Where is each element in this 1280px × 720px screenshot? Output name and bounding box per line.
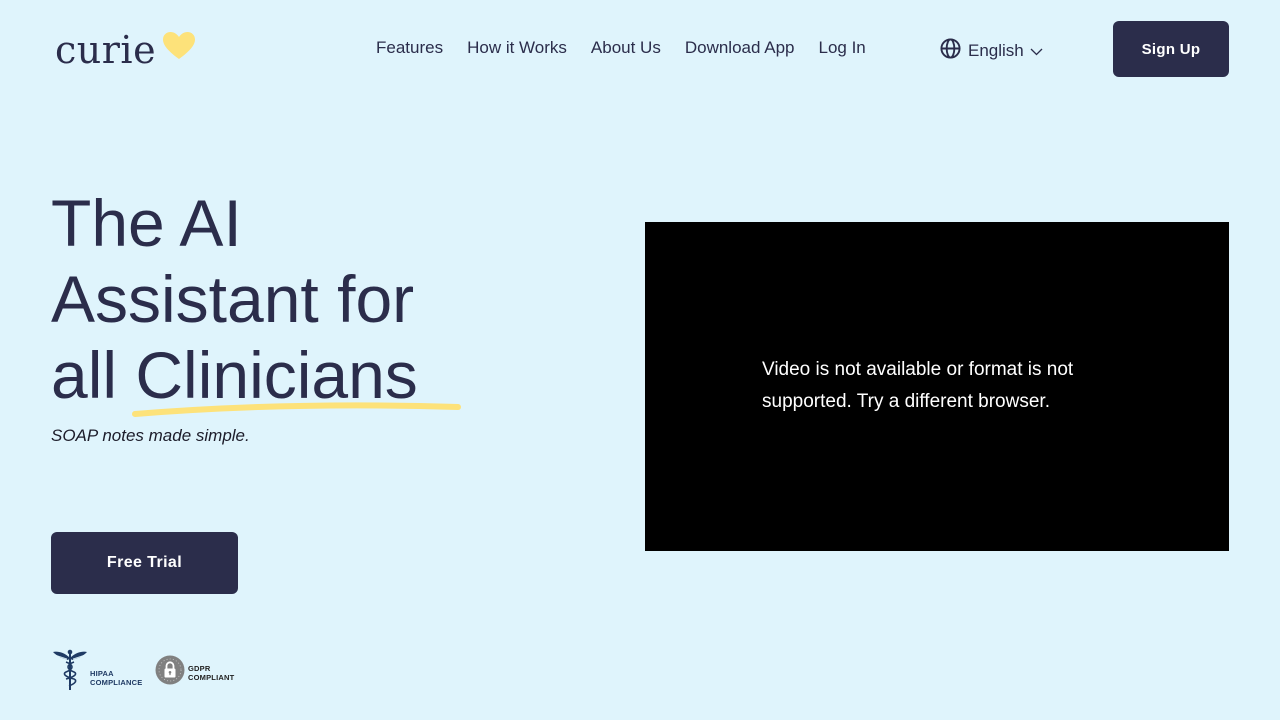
nav-log-in[interactable]: Log In [818,38,865,58]
nav-download-app[interactable]: Download App [685,38,795,58]
gdpr-line-1: GDPR [188,663,211,673]
nav-about-us[interactable]: About Us [591,38,661,58]
chevron-down-icon [1030,41,1043,61]
globe-icon [940,38,961,64]
lock-icon [155,655,185,690]
highlight-underline [132,398,466,423]
video-error-message: Video is not available or format is not … [762,359,1074,412]
nav-features[interactable]: Features [376,38,443,58]
gdpr-line-2: COMPLIANT [188,672,235,682]
free-trial-button[interactable]: Free Trial [51,532,238,594]
main-nav: Features How it Works About Us Download … [376,38,866,58]
gdpr-badge: GDPR COMPLIANT [155,655,234,690]
language-label: English [968,41,1024,60]
language-selector[interactable]: English [940,38,1043,64]
hipaa-line-1: HIPAA [90,668,114,678]
hero-subtitle: SOAP notes made simple. [51,426,250,445]
logo[interactable]: curie [55,30,196,70]
sign-up-button[interactable]: Sign Up [1113,21,1229,77]
headline-line-2: Assistant for [51,262,415,336]
nav-how-it-works[interactable]: How it Works [467,38,567,58]
hero-headline: The AI Assistant for all Clinicians [51,185,521,413]
hipaa-badge-text: HIPAA COMPLIANCE [90,669,142,687]
hipaa-line-2: COMPLIANCE [90,677,143,687]
heart-logo-icon [162,31,196,66]
gdpr-badge-text: GDPR COMPLIANT [188,664,234,682]
logo-text: curie [55,28,157,72]
headline-line-1: The AI [51,186,242,260]
video-player[interactable]: Video is not available or format is not … [645,222,1229,551]
caduceus-icon [52,648,88,697]
hipaa-badge: HIPAA COMPLIANCE [52,648,142,697]
